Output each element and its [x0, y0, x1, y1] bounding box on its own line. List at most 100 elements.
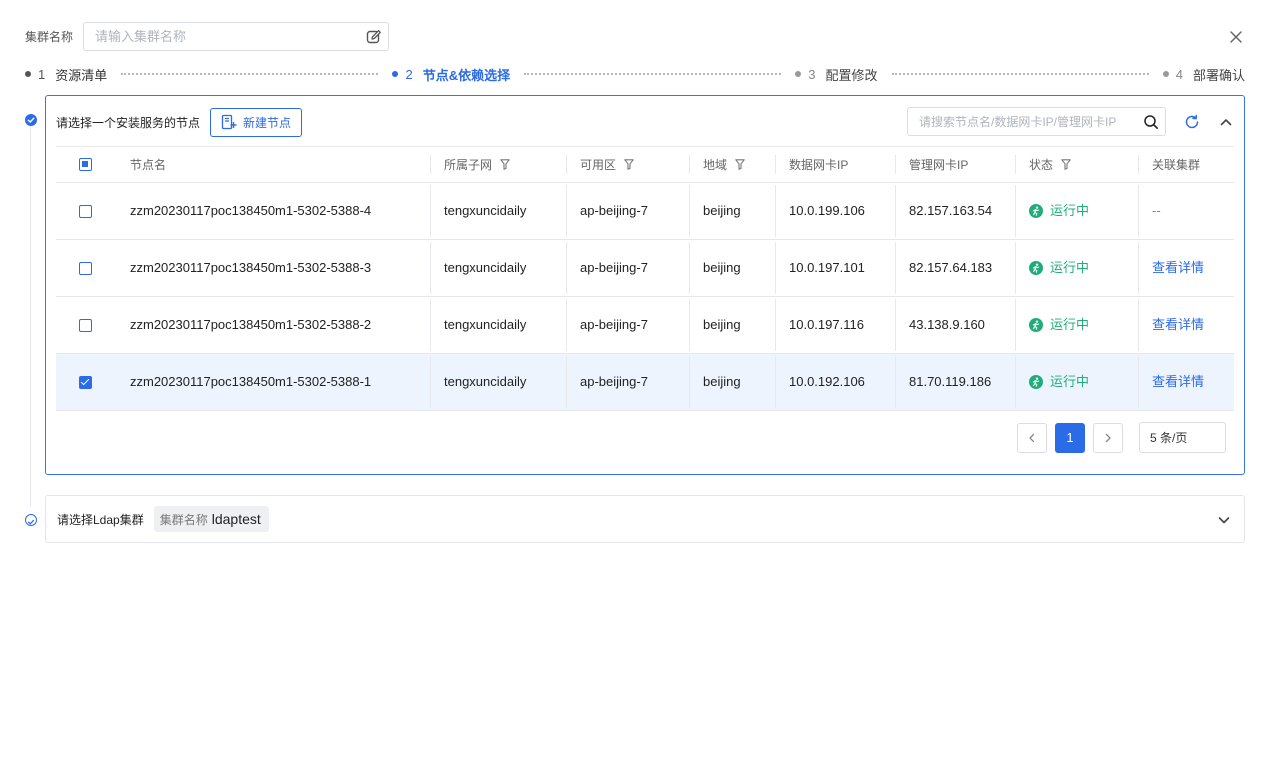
node-mgmt-ip: 82.157.64.183	[909, 260, 993, 275]
ldap-cluster-panel[interactable]: 请选择Ldap集群 集群名称 ldaptest	[45, 495, 1245, 543]
step-dot	[795, 71, 802, 77]
page-number-current[interactable]: 1	[1055, 422, 1085, 453]
status-label: 运行中	[1050, 374, 1090, 389]
filter-icon[interactable]	[1061, 159, 1071, 170]
edit-icon[interactable]	[366, 29, 382, 45]
cluster-name-input[interactable]	[95, 29, 366, 44]
running-icon	[1029, 261, 1043, 275]
header-checkbox-cell	[56, 147, 116, 182]
view-details-link[interactable]: 查看详情	[1152, 315, 1204, 335]
step-label: 配置修改	[825, 67, 878, 83]
col-header-mgmt-ip: 管理网卡IP	[895, 147, 1015, 182]
refresh-icon[interactable]	[1184, 114, 1200, 130]
cluster-name-field[interactable]	[83, 22, 389, 51]
tag-key: 集群名称	[159, 512, 208, 527]
row-checkbox[interactable]	[79, 261, 92, 275]
col-header-data-ip: 数据网卡IP	[775, 147, 895, 182]
cluster-cell: 查看详情	[1138, 297, 1234, 353]
node-selection-panel: 请选择一个安装服务的节点 新建节点 请搜索节点名/数据网卡IP/管理网卡IP 节…	[45, 95, 1245, 475]
col-header-region-label: 地域	[703, 157, 728, 172]
step-number: 2	[405, 66, 413, 82]
node-region: beijing	[689, 297, 775, 353]
cluster-cell: 查看详情	[1138, 240, 1234, 296]
node-table: 节点名 所属子网 可用区 地域 数据网卡IP 管理网卡IP 状态 关联集群 zz…	[56, 146, 1234, 411]
node-status-cell: 运行中	[1015, 297, 1138, 353]
step-label: 资源清单	[55, 67, 108, 83]
node-subnet: tengxuncidaily	[430, 354, 566, 410]
node-data-ip: 10.0.192.106	[789, 374, 865, 389]
node-name: zzm20230117poc138450m1-5302-5388-3	[130, 260, 372, 275]
check-circle-icon	[25, 114, 37, 126]
filter-icon[interactable]	[500, 159, 510, 170]
node-subnet: tengxuncidaily	[430, 240, 566, 296]
status-running: 运行中	[1029, 315, 1089, 335]
prev-page-button[interactable]	[1017, 422, 1047, 453]
node-data-ip-cell: 10.0.197.101	[775, 240, 895, 296]
table-row-selected[interactable]: zzm20230117poc138450m1-5302-5388-1 tengx…	[56, 354, 1234, 411]
table-row[interactable]: zzm20230117poc138450m1-5302-5388-3 tengx…	[56, 240, 1234, 297]
chevron-left-icon	[1029, 433, 1035, 442]
status-label: 运行中	[1050, 260, 1090, 275]
col-header-status: 状态	[1015, 147, 1138, 182]
chevron-down-icon[interactable]	[1216, 512, 1232, 528]
node-region: beijing	[689, 183, 775, 239]
cluster-cell: --	[1138, 183, 1234, 239]
filter-icon[interactable]	[624, 159, 634, 170]
col-header-zone-label: 可用区	[580, 157, 617, 172]
close-icon[interactable]	[1227, 28, 1245, 46]
timeline-line	[30, 126, 31, 506]
new-node-label: 新建节点	[243, 115, 292, 130]
view-details-link[interactable]: 查看详情	[1152, 258, 1204, 278]
node-data-ip: 10.0.197.116	[789, 317, 864, 332]
node-status-cell: 运行中	[1015, 183, 1138, 239]
view-details-link[interactable]: 查看详情	[1152, 372, 1204, 392]
col-header-region: 地域	[689, 147, 775, 182]
chevron-right-icon	[1105, 433, 1111, 442]
step-label: 部署确认	[1192, 67, 1245, 83]
status-running: 运行中	[1029, 201, 1089, 221]
status-running: 运行中	[1029, 258, 1089, 278]
row-checkbox-cell	[56, 183, 116, 239]
node-panel-header: 请选择一个安装服务的节点 新建节点	[56, 107, 1234, 137]
select-all-checkbox[interactable]	[79, 158, 92, 171]
step-4[interactable]: 4 部署确认	[1162, 65, 1245, 84]
row-checkbox-checked[interactable]	[79, 375, 92, 389]
row-checkbox[interactable]	[79, 204, 92, 218]
step-label: 节点&依赖选择	[422, 67, 511, 83]
running-icon	[1029, 375, 1043, 389]
next-page-button[interactable]	[1093, 422, 1123, 453]
row-checkbox[interactable]	[79, 318, 92, 332]
filter-icon[interactable]	[735, 159, 745, 170]
table-row[interactable]: zzm20230117poc138450m1-5302-5388-2 tengx…	[56, 297, 1234, 354]
page-size-select[interactable]: 5 条/页	[1139, 422, 1226, 453]
step-3[interactable]: 3 配置修改	[795, 65, 878, 84]
node-search-input[interactable]	[919, 114, 1143, 129]
chevron-up-icon[interactable]	[1218, 114, 1234, 130]
node-zone: ap-beijing-7	[566, 354, 689, 410]
running-icon	[1029, 318, 1043, 332]
add-server-icon	[221, 114, 237, 130]
node-mgmt-ip-cell: 82.157.64.183	[895, 240, 1015, 296]
step-1[interactable]: 1 资源清单	[25, 65, 107, 84]
table-header-row: 节点名 所属子网 可用区 地域 数据网卡IP 管理网卡IP 状态 关联集群	[56, 146, 1234, 183]
table-row[interactable]: zzm20230117poc138450m1-5302-5388-4 tengx…	[56, 183, 1234, 240]
search-icon[interactable]	[1143, 114, 1159, 130]
node-region: beijing	[689, 354, 775, 410]
node-search-box[interactable]	[907, 107, 1166, 136]
status-label: 运行中	[1050, 203, 1090, 218]
step-number: 4	[1175, 66, 1183, 82]
node-status-cell: 运行中	[1015, 240, 1138, 296]
step-2[interactable]: 2 节点&依赖选择	[392, 65, 510, 84]
cluster-empty: --	[1152, 203, 1161, 218]
cluster-cell: 查看详情	[1138, 354, 1234, 410]
node-data-ip-cell: 10.0.199.106	[775, 183, 895, 239]
check-circle-outline-icon	[25, 514, 37, 526]
row-checkbox-cell	[56, 297, 116, 353]
stepper: 1 资源清单 2 节点&依赖选择 3 配置修改 4 部署确认	[25, 64, 1245, 84]
new-node-button[interactable]: 新建节点	[210, 107, 303, 137]
node-panel-title: 请选择一个安装服务的节点	[56, 115, 201, 130]
node-zone: ap-beijing-7	[566, 240, 689, 296]
step-connector	[121, 73, 379, 75]
status-label: 运行中	[1050, 317, 1090, 332]
node-name: zzm20230117poc138450m1-5302-5388-2	[130, 317, 372, 332]
